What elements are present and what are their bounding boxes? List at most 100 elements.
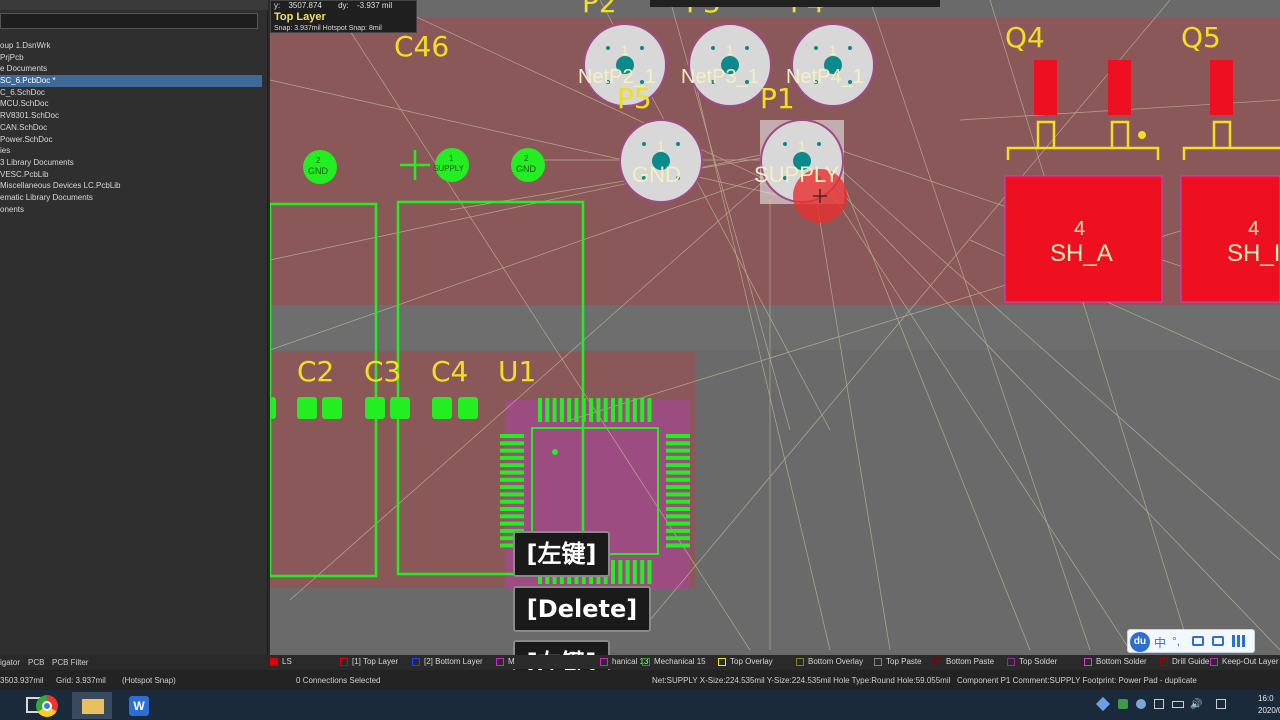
u1-pin[interactable] bbox=[500, 434, 524, 438]
tab-pcb-filter[interactable]: PCB Filter bbox=[52, 658, 88, 667]
u1-pin[interactable] bbox=[666, 477, 690, 482]
project-tree-item[interactable]: MCU.SchDoc bbox=[0, 98, 262, 110]
u1-pin[interactable] bbox=[500, 455, 524, 460]
u1-pin[interactable] bbox=[640, 560, 645, 584]
project-tree-item[interactable]: ematic Library Documents bbox=[0, 192, 262, 204]
u1-pin[interactable] bbox=[640, 398, 645, 422]
u1-pin[interactable] bbox=[500, 514, 524, 519]
layer-tab[interactable]: [2] Bottom Layer bbox=[412, 656, 483, 668]
u1-pin[interactable] bbox=[581, 398, 586, 422]
project-tree-item[interactable]: C_6.SchDoc bbox=[0, 87, 262, 99]
u1-pin[interactable] bbox=[618, 560, 623, 584]
u1-pin[interactable] bbox=[666, 455, 690, 460]
u1-pin[interactable] bbox=[552, 398, 557, 422]
u1-pin[interactable] bbox=[500, 499, 524, 504]
tab-navigator[interactable]: igator bbox=[0, 658, 20, 667]
u1-pin[interactable] bbox=[666, 463, 690, 468]
ime-grid-icon[interactable] bbox=[1232, 635, 1246, 647]
ime-keyboard-icon[interactable] bbox=[1192, 636, 1204, 646]
project-tree-item[interactable]: Miscellaneous Devices LC.PcbLib bbox=[0, 180, 262, 192]
projects-search-input[interactable] bbox=[0, 13, 258, 29]
layer-tab[interactable]: LS bbox=[270, 656, 292, 668]
layer-tab[interactable]: Top Paste bbox=[874, 656, 922, 668]
u1-pin[interactable] bbox=[596, 398, 601, 422]
u1-pin[interactable] bbox=[632, 398, 637, 422]
tab-pcb[interactable]: PCB bbox=[28, 658, 44, 667]
tray-icons[interactable]: 🔊 bbox=[1095, 696, 1238, 713]
layer-tab[interactable]: Bottom Paste bbox=[934, 656, 994, 668]
project-tree-item[interactable]: Power.SchDoc bbox=[0, 134, 262, 146]
pcb-canvas[interactable]: C46 P2 P3 P4 P5 P1 Q4 Q5 C2 C3 C4 U1 2 G… bbox=[270, 0, 1280, 655]
ime-tools-icon[interactable] bbox=[1212, 636, 1224, 646]
project-tree-item[interactable]: ies bbox=[0, 145, 262, 157]
layer-tab[interactable]: Mechanical 15 bbox=[642, 656, 706, 668]
layer-tab[interactable]: Top Overlay bbox=[718, 656, 773, 668]
project-tree-item[interactable]: RV8301.SchDoc bbox=[0, 110, 262, 122]
ime-punctuation-icon[interactable]: °, bbox=[1172, 634, 1180, 648]
pad-p3[interactable] bbox=[688, 23, 772, 107]
u1-pin[interactable] bbox=[666, 543, 690, 548]
tray-window-icon[interactable] bbox=[1154, 699, 1164, 709]
u1-pin[interactable] bbox=[500, 441, 524, 446]
u1-pin[interactable] bbox=[500, 507, 524, 511]
u1-pin[interactable] bbox=[647, 560, 652, 584]
u1-pin[interactable] bbox=[500, 477, 524, 482]
project-tree-item[interactable]: e Documents bbox=[0, 63, 262, 75]
layer-tab[interactable]: Bottom Solder bbox=[1084, 656, 1147, 668]
u1-pin[interactable] bbox=[632, 560, 637, 584]
project-tree-item[interactable]: onents bbox=[0, 204, 262, 216]
u1-pin[interactable] bbox=[589, 398, 594, 422]
u1-pin[interactable] bbox=[500, 463, 524, 468]
layer-tab[interactable]: Bottom Overlay bbox=[796, 656, 863, 668]
u1-pin[interactable] bbox=[666, 536, 690, 541]
u1-pin[interactable] bbox=[574, 398, 579, 422]
layer-tab[interactable]: Drill Guide bbox=[1160, 656, 1209, 668]
u1-pin[interactable] bbox=[500, 485, 524, 490]
u1-pin[interactable] bbox=[666, 528, 690, 533]
u1-pin[interactable] bbox=[625, 398, 630, 422]
u1-pin[interactable] bbox=[666, 521, 690, 526]
u1-pin[interactable] bbox=[666, 434, 690, 438]
u1-pin[interactable] bbox=[666, 514, 690, 519]
capacitor-pads[interactable] bbox=[270, 397, 478, 419]
taskbar-clock[interactable]: 16:0 2020/0 bbox=[1258, 693, 1280, 717]
ime-chinese-mode-icon[interactable]: 中 bbox=[1154, 634, 1166, 651]
u1-pin[interactable] bbox=[611, 560, 615, 584]
layer-tab[interactable]: Top Solder bbox=[1007, 656, 1057, 668]
project-tree-item[interactable]: 3 Library Documents bbox=[0, 157, 262, 169]
u1-pin[interactable] bbox=[666, 448, 690, 453]
layer-tab[interactable]: [1] Top Layer bbox=[340, 656, 398, 668]
tray-security-icon[interactable] bbox=[1118, 699, 1128, 709]
u1-pin[interactable] bbox=[647, 398, 652, 422]
u1-pin[interactable] bbox=[625, 560, 630, 584]
u1-pin[interactable] bbox=[603, 398, 608, 422]
pad-p4[interactable] bbox=[791, 23, 875, 107]
u1-pin[interactable] bbox=[666, 499, 690, 504]
tray-notification-icon[interactable] bbox=[1216, 699, 1226, 709]
pad-p5[interactable] bbox=[619, 119, 703, 203]
u1-pin[interactable] bbox=[567, 398, 572, 422]
u1-pin[interactable] bbox=[538, 398, 542, 422]
project-tree-item[interactable]: VESC.PcbLib bbox=[0, 169, 262, 181]
u1-pin[interactable] bbox=[666, 492, 690, 497]
u1-pin[interactable] bbox=[500, 470, 524, 475]
project-tree-item[interactable]: SC_6.PcbDoc * bbox=[0, 75, 262, 87]
u1-pin[interactable] bbox=[666, 507, 690, 511]
layer-tab[interactable]: M bbox=[496, 656, 515, 668]
tray-network-icon[interactable] bbox=[1095, 696, 1111, 712]
u1-pin[interactable] bbox=[666, 470, 690, 475]
u1-pin[interactable] bbox=[545, 398, 550, 422]
u1-pin[interactable] bbox=[500, 492, 524, 497]
u1-pin[interactable] bbox=[618, 398, 623, 422]
u1-pin[interactable] bbox=[500, 521, 524, 526]
u1-pin[interactable] bbox=[559, 398, 564, 422]
u1-pin[interactable] bbox=[611, 398, 615, 422]
u1-pin[interactable] bbox=[666, 441, 690, 446]
ime-toolbar[interactable]: du 中 °, bbox=[1127, 629, 1255, 653]
wps-icon[interactable]: W bbox=[118, 692, 158, 719]
tray-volume-icon[interactable]: 🔊 bbox=[1190, 699, 1202, 710]
tray-battery-icon[interactable] bbox=[1172, 701, 1184, 708]
layer-tab[interactable]: Keep-Out Layer bbox=[1210, 656, 1278, 668]
u1-pin[interactable] bbox=[666, 485, 690, 490]
tray-app-icon[interactable] bbox=[1136, 699, 1146, 709]
